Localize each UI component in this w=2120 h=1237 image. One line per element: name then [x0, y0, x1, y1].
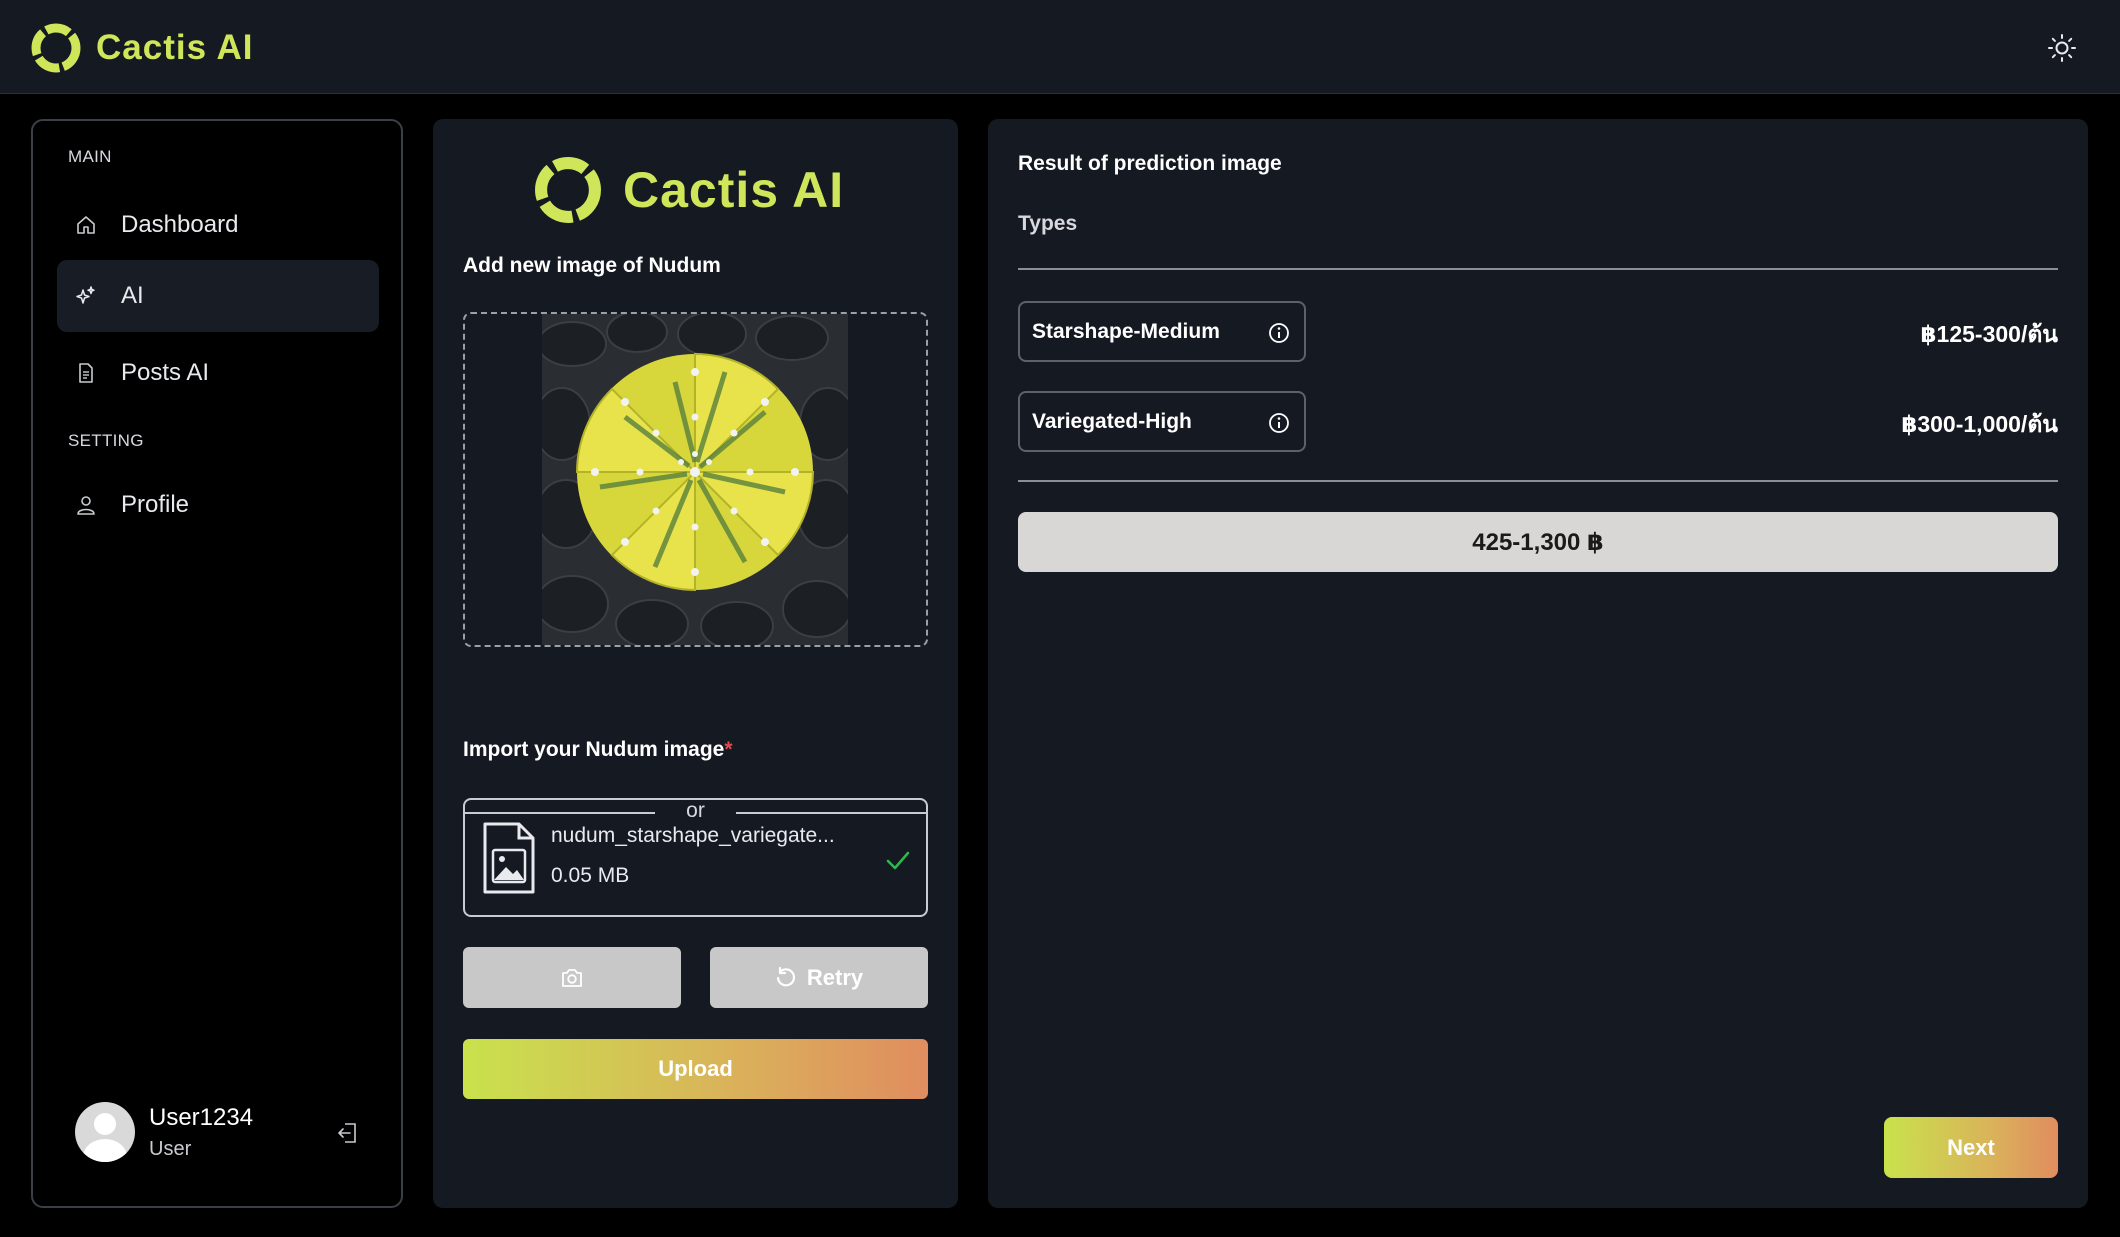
retry-button[interactable]: Retry	[710, 947, 928, 1008]
retry-icon	[776, 966, 795, 986]
sidebar-item-ai[interactable]: AI	[57, 260, 379, 332]
info-icon[interactable]	[1268, 412, 1290, 434]
type-chip-starshape-medium[interactable]: Starshape-Medium	[1018, 301, 1306, 362]
file-size: 0.05 MB	[551, 864, 630, 887]
upload-panel: Cactis AI Add new image of Nudum or Impo…	[433, 119, 958, 1208]
result-panel: Result of prediction image Types Starsha…	[988, 119, 2088, 1208]
sidebar-section-setting: SETTING	[68, 431, 144, 450]
image-dropzone[interactable]	[463, 312, 928, 647]
result-title: Result of prediction image	[1018, 152, 1282, 175]
info-icon[interactable]	[1268, 322, 1290, 344]
sidebar-item-posts-ai[interactable]: Posts AI	[57, 337, 379, 409]
types-label: Types	[1018, 212, 1078, 235]
panel-logo-text: Cactis AI	[623, 162, 845, 218]
type-label: Variegated-High	[1032, 409, 1192, 433]
sidebar-item-label: Dashboard	[121, 211, 239, 238]
logout-icon[interactable]	[335, 1120, 361, 1146]
sparkles-icon	[73, 283, 99, 309]
file-name: nudum_starshape_variegate...	[551, 824, 835, 847]
total-price-bar: 425-1,300 ฿	[1018, 512, 2058, 572]
user-icon	[73, 492, 99, 518]
document-icon	[73, 360, 99, 386]
sidebar-section-main: MAIN	[68, 147, 112, 166]
type-label: Starshape-Medium	[1032, 319, 1220, 343]
selected-file-card[interactable]: nudum_starshape_variegate... 0.05 MB	[463, 798, 928, 917]
required-mark: *	[724, 738, 733, 761]
import-image-title: Import your Nudum image*	[463, 738, 733, 762]
cactus-logo-icon	[31, 23, 81, 73]
sun-icon	[2048, 34, 2076, 62]
top-bar: Cactis AI	[0, 0, 2120, 94]
avatar	[75, 1102, 135, 1162]
cactus-logo-icon	[535, 157, 601, 223]
sidebar-item-label: Posts AI	[121, 359, 210, 386]
cactus-preview-image	[533, 314, 857, 645]
theme-toggle-button[interactable]	[2042, 28, 2082, 68]
import-title-text: Import your Nudum image	[463, 738, 725, 761]
type-chip-variegated-high[interactable]: Variegated-High	[1018, 391, 1306, 452]
camera-button[interactable]	[463, 947, 681, 1008]
type-price: ฿300-1,000/ต้น	[1901, 411, 2058, 437]
home-icon	[73, 212, 99, 238]
brand-logo[interactable]: Cactis AI	[30, 20, 253, 76]
user-name: User1234	[149, 1103, 254, 1131]
divider	[1018, 480, 2058, 482]
panel-logo: Cactis AI	[533, 155, 844, 225]
divider	[1018, 268, 2058, 270]
camera-icon	[562, 968, 582, 987]
brand-name: Cactis AI	[96, 28, 254, 67]
upload-button[interactable]: Upload	[463, 1039, 928, 1099]
user-role: User	[149, 1137, 192, 1160]
sidebar-item-profile[interactable]: Profile	[57, 469, 379, 541]
retry-label: Retry	[806, 964, 864, 990]
sidebar-item-dashboard[interactable]: Dashboard	[57, 189, 379, 261]
sidebar-item-label: AI	[121, 282, 144, 309]
user-profile-card[interactable]: User1234 User	[75, 1100, 375, 1164]
next-button[interactable]: Next	[1884, 1117, 2058, 1178]
type-price: ฿125-300/ต้น	[1920, 321, 2058, 347]
add-image-title: Add new image of Nudum	[463, 254, 721, 277]
sidebar: MAIN Dashboard AI Posts AI SETTING Profi…	[31, 119, 403, 1208]
check-icon	[886, 851, 910, 870]
sidebar-item-label: Profile	[121, 491, 190, 518]
image-file-icon	[483, 822, 535, 894]
